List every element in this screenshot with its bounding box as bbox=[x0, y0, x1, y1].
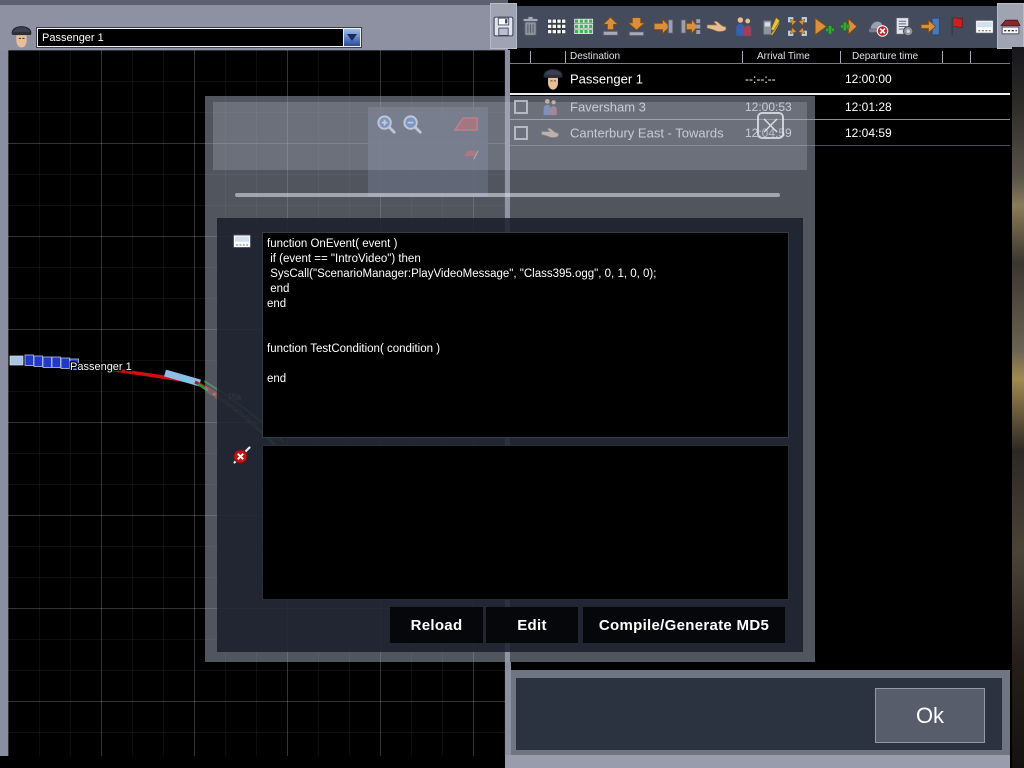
passengers-icon[interactable] bbox=[730, 3, 757, 49]
compiler-output-view bbox=[262, 445, 789, 600]
dialog-divider bbox=[235, 193, 780, 197]
scenario-editor-screen: Passenger 1 Passenger 1 Pla bbox=[0, 0, 1024, 768]
insert-back-icon[interactable] bbox=[677, 3, 704, 49]
driver-dropdown-value: Passenger 1 bbox=[38, 32, 343, 44]
monitor-icon[interactable] bbox=[971, 3, 998, 49]
delete-icon[interactable] bbox=[517, 3, 544, 49]
driver-dropdown[interactable]: Passenger 1 bbox=[38, 29, 360, 46]
remove-service-icon[interactable] bbox=[864, 3, 891, 49]
script-panel: function OnEvent( event ) if (event == "… bbox=[217, 218, 803, 652]
row-dep: 12:01:28 bbox=[845, 100, 892, 114]
column-separator bbox=[942, 51, 943, 63]
add-service-icon[interactable] bbox=[810, 3, 837, 49]
select-hand-icon[interactable] bbox=[704, 3, 731, 49]
load-icon[interactable] bbox=[597, 3, 624, 49]
column-separator bbox=[840, 51, 841, 63]
insert-front-icon[interactable] bbox=[650, 3, 677, 49]
chevron-down-icon[interactable] bbox=[343, 29, 360, 46]
column-departure-time: Departure time bbox=[852, 51, 918, 62]
window-left-edge bbox=[0, 0, 8, 756]
bottom-strip bbox=[505, 755, 1010, 768]
ok-button[interactable]: Ok bbox=[875, 688, 985, 743]
refuel-icon[interactable] bbox=[757, 3, 784, 49]
add-junction-icon[interactable] bbox=[837, 3, 864, 49]
column-separator bbox=[970, 51, 971, 63]
grid-green-icon[interactable] bbox=[570, 3, 597, 49]
world-view-edge bbox=[1012, 47, 1024, 768]
row-dep: 12:00:00 bbox=[845, 72, 892, 86]
script-doc-icon[interactable] bbox=[891, 3, 918, 49]
timetable-row[interactable]: Passenger 1 --:--:-- 12:00:00 bbox=[510, 64, 1010, 93]
save-icon[interactable] bbox=[490, 3, 517, 49]
row-dep: 12:04:59 bbox=[845, 126, 892, 140]
bottom-panel: Ok bbox=[506, 670, 1010, 755]
row-arr: --:--:-- bbox=[745, 72, 776, 86]
edit-button[interactable]: Edit bbox=[486, 607, 578, 643]
center-view-icon[interactable] bbox=[784, 3, 811, 49]
grid-white-icon[interactable] bbox=[543, 3, 570, 49]
script-source-text: function OnEvent( event ) if (event == "… bbox=[263, 233, 788, 387]
column-separator bbox=[565, 51, 566, 63]
reload-button[interactable]: Reload bbox=[390, 607, 483, 643]
column-destination: Destination bbox=[570, 51, 620, 62]
flag-icon[interactable] bbox=[944, 3, 971, 49]
compile-generate-md5-button[interactable]: Compile/Generate MD5 bbox=[583, 607, 785, 643]
row-separator-bright bbox=[510, 93, 1010, 95]
column-separator bbox=[742, 51, 743, 63]
unload-icon[interactable] bbox=[624, 3, 651, 49]
driver-avatar-icon bbox=[8, 23, 35, 50]
row-dest: Passenger 1 bbox=[570, 71, 643, 86]
compile-error-icon bbox=[230, 444, 254, 466]
timetable-header: Destination Arrival Time Departure time bbox=[510, 50, 1010, 64]
train-label: Passenger 1 bbox=[70, 361, 132, 373]
column-arrival-time: Arrival Time bbox=[757, 51, 810, 62]
platform-icon[interactable] bbox=[997, 3, 1024, 49]
main-toolbar bbox=[490, 3, 1024, 49]
column-separator bbox=[530, 51, 531, 63]
top-bar-shadow bbox=[0, 0, 508, 5]
exit-door-icon[interactable] bbox=[917, 3, 944, 49]
script-editor-dialog: function OnEvent( event ) if (event == "… bbox=[205, 96, 815, 662]
dialog-header-box bbox=[213, 102, 807, 170]
driver-icon bbox=[540, 66, 566, 92]
script-source-view: function OnEvent( event ) if (event == "… bbox=[262, 232, 789, 438]
script-monitor-icon bbox=[230, 230, 254, 252]
close-icon[interactable] bbox=[757, 112, 784, 139]
player-train-marker bbox=[10, 355, 79, 370]
